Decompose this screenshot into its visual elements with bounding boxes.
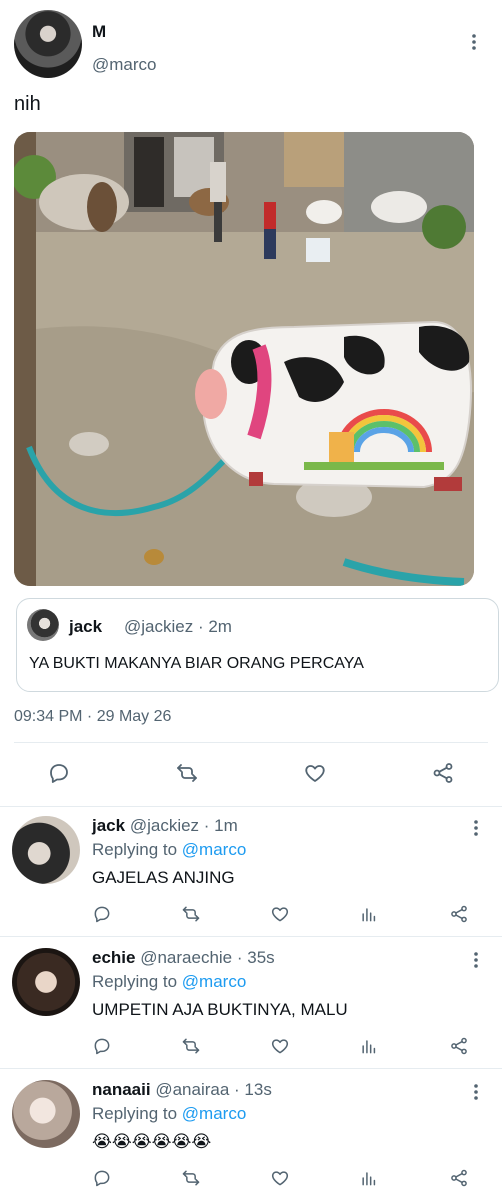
replying-to: Replying to @marco — [92, 840, 246, 860]
share-icon[interactable] — [445, 1164, 473, 1192]
reply-author-meta: @jackiez · 1m — [129, 816, 238, 835]
replying-to-handle[interactable]: @marco — [182, 972, 247, 991]
author-avatar[interactable] — [14, 10, 82, 78]
reply-header: jack @jackiez · 1m — [92, 816, 238, 836]
more-icon[interactable] — [466, 948, 486, 972]
reply-author-name[interactable]: nanaaii — [92, 1080, 151, 1099]
reply-avatar[interactable] — [12, 1080, 80, 1148]
retweet-icon[interactable] — [177, 900, 205, 928]
replying-to-label: Replying to — [92, 972, 178, 991]
quoted-tweet[interactable]: jack @jackiez · 2m YA BUKTI MAKANYA BIAR… — [16, 598, 499, 692]
reply-item[interactable]: jack @jackiez · 1m Replying to @marco GA… — [0, 806, 502, 936]
reply-author-meta: @anairaa · 13s — [155, 1080, 272, 1099]
replying-to-label: Replying to — [92, 1104, 178, 1123]
quoted-author-meta: @jackiez · 2m — [124, 617, 232, 636]
reply-avatar[interactable] — [12, 816, 80, 884]
retweet-icon[interactable] — [177, 1164, 205, 1192]
quoted-avatar — [27, 609, 59, 641]
reply-item[interactable]: echie @naraechie · 35s Replying to @marc… — [0, 938, 502, 1068]
like-icon[interactable] — [301, 759, 329, 787]
divider — [14, 742, 488, 743]
replying-to: Replying to @marco — [92, 972, 246, 992]
analytics-icon[interactable] — [355, 1164, 383, 1192]
author-display-name[interactable]: M — [92, 22, 106, 42]
reply-item[interactable]: nanaaii @anairaa · 13s Replying to @marc… — [0, 1070, 502, 1200]
more-icon[interactable] — [466, 816, 486, 840]
reply-icon[interactable] — [88, 1032, 116, 1060]
retweet-icon[interactable] — [173, 759, 201, 787]
reply-icon[interactable] — [88, 1164, 116, 1192]
share-icon[interactable] — [445, 1032, 473, 1060]
reply-author-name[interactable]: jack — [92, 816, 125, 835]
more-icon[interactable] — [466, 1080, 486, 1104]
divider — [0, 1068, 502, 1069]
reply-header: nanaaii @anairaa · 13s — [92, 1080, 272, 1100]
tweet-header: M @marco — [14, 10, 488, 80]
replying-to-label: Replying to — [92, 840, 178, 859]
quoted-text: YA BUKTI MAKANYA BIAR ORANG PERCAYA — [29, 655, 364, 672]
replying-to-handle[interactable]: @marco — [182, 840, 247, 859]
more-icon[interactable] — [464, 30, 484, 54]
tweet-timestamp[interactable]: 09:34 PM · 29 May 26 — [14, 708, 171, 726]
reply-icon[interactable] — [45, 759, 73, 787]
reply-avatar[interactable] — [12, 948, 80, 1016]
reply-text: UMPETIN AJA BUKTINYA, MALU — [92, 1000, 348, 1019]
retweet-icon[interactable] — [177, 1032, 205, 1060]
tweet-photo[interactable] — [14, 132, 474, 586]
analytics-icon[interactable] — [355, 1032, 383, 1060]
tweet-text: nih — [14, 93, 41, 115]
divider — [0, 936, 502, 937]
tweet-actions — [0, 756, 502, 790]
reply-actions — [0, 902, 502, 926]
like-icon[interactable] — [266, 1032, 294, 1060]
replying-to: Replying to @marco — [92, 1104, 246, 1124]
reply-icon[interactable] — [88, 900, 116, 928]
like-icon[interactable] — [266, 900, 294, 928]
reply-author-name[interactable]: echie — [92, 948, 135, 967]
reply-actions — [0, 1166, 502, 1190]
reply-text: 😭😭😭😭😭😭 — [92, 1132, 212, 1151]
reply-actions — [0, 1034, 502, 1058]
replying-to-handle[interactable]: @marco — [182, 1104, 247, 1123]
reply-text: GAJELAS ANJING — [92, 868, 235, 887]
share-icon[interactable] — [429, 759, 457, 787]
quoted-author-name: jack — [69, 617, 103, 636]
share-icon[interactable] — [445, 900, 473, 928]
reply-header: echie @naraechie · 35s — [92, 948, 275, 968]
author-handle[interactable]: @marco — [92, 55, 157, 75]
like-icon[interactable] — [266, 1164, 294, 1192]
analytics-icon[interactable] — [355, 900, 383, 928]
reply-author-meta: @naraechie · 35s — [140, 948, 275, 967]
